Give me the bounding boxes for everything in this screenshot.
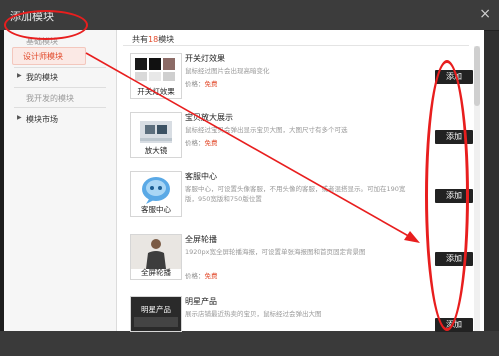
module-description: 鼠标经过图片会出现高暗变化 bbox=[185, 67, 270, 75]
module-name: 明星产品 bbox=[185, 297, 217, 306]
module-price: 价格：免费 bbox=[185, 78, 218, 88]
triangle-right-icon: ▶ bbox=[17, 114, 22, 121]
close-icon[interactable]: × bbox=[479, 6, 491, 22]
window-frame: 添加模块 × 基础模块 设计师模块 ▶ 我的模块 我开发的模块 ▶ 模块市场 共… bbox=[0, 0, 499, 332]
module-description: 鼠标经过宝贝会弹出显示宝贝大图，大图尺寸有多个可选 bbox=[185, 126, 348, 134]
header-divider bbox=[123, 45, 469, 46]
module-description: 客服中心，可设置头像客服，不用头像的客服，或者混搭显示。可加在190宽版，950… bbox=[185, 185, 406, 203]
sidebar-divider bbox=[14, 87, 106, 88]
sidebar-item-label: 我开发的模块 bbox=[26, 94, 74, 103]
sidebar-item-label: 模块市场 bbox=[26, 115, 58, 124]
triangle-right-icon: ▶ bbox=[17, 72, 22, 79]
module-thumbnail: 明星产品 bbox=[130, 296, 182, 332]
module-description: 1920px宽全屏轮播海报，可设置单张海报图和首页固定背景图 bbox=[185, 248, 366, 256]
thumbnail-caption: 客服中心 bbox=[141, 205, 171, 214]
module-name: 客服中心 bbox=[185, 172, 217, 181]
count-number: 18 bbox=[148, 35, 159, 44]
module-thumbnail: 客服中心 bbox=[130, 171, 182, 217]
price-value: 免费 bbox=[204, 139, 218, 147]
thumbnail-caption: 全屏轮播 bbox=[141, 268, 171, 277]
count-suffix: 模块 bbox=[158, 35, 175, 44]
module-name: 全屏轮播 bbox=[185, 235, 217, 244]
list-header: 共有18模块 bbox=[117, 30, 484, 45]
module-thumbnail: 全屏轮播 bbox=[130, 234, 182, 280]
sidebar: 基础模块 设计师模块 ▶ 我的模块 我开发的模块 ▶ 模块市场 bbox=[4, 30, 117, 331]
module-price: 价格：免费 bbox=[185, 137, 218, 147]
sidebar-item-label: 我的模块 bbox=[26, 73, 58, 82]
add-module-dialog: 基础模块 设计师模块 ▶ 我的模块 我开发的模块 ▶ 模块市场 共有18模块 开… bbox=[4, 30, 484, 332]
thumbnail-caption: 放大镜 bbox=[144, 146, 168, 155]
module-thumbnail: 开关灯效果 bbox=[130, 53, 182, 99]
price-label: 价格： bbox=[185, 80, 205, 88]
scrollbar[interactable] bbox=[474, 46, 480, 331]
scrollbar-thumb[interactable] bbox=[474, 46, 480, 106]
module-name: 开关灯效果 bbox=[185, 54, 225, 63]
annotation-circle-designer bbox=[4, 10, 88, 40]
sidebar-divider bbox=[14, 67, 106, 68]
thumbnail-caption: 开关灯效果 bbox=[137, 87, 175, 96]
price-label: 价格： bbox=[185, 272, 205, 280]
price-value: 免费 bbox=[204, 80, 218, 88]
thumbnail-caption: 明星产品 bbox=[141, 305, 171, 314]
sidebar-item-label: 设计师模块 bbox=[23, 52, 63, 61]
module-price: 价格：免费 bbox=[185, 270, 218, 280]
module-count: 共有18模块 bbox=[132, 34, 174, 45]
annotation-oval-add-buttons bbox=[425, 60, 469, 331]
module-description: 展示店铺最近热卖的宝贝，鼠标经过会弹出大图 bbox=[185, 310, 322, 318]
module-item: 开关灯效果 开关灯效果 鼠标经过图片会出现高暗变化 价格：免费 添加 bbox=[117, 53, 484, 113]
sidebar-divider bbox=[14, 107, 106, 108]
count-prefix: 共有 bbox=[132, 35, 148, 44]
module-item: 明星产品 明星产品 展示店铺最近热卖的宝贝，鼠标经过会弹出大图 添加 bbox=[117, 296, 484, 356]
price-value: 免费 bbox=[204, 272, 218, 280]
module-name: 宝贝放大展示 bbox=[185, 113, 233, 122]
price-label: 价格： bbox=[185, 139, 205, 147]
module-thumbnail: 放大镜 bbox=[130, 112, 182, 158]
